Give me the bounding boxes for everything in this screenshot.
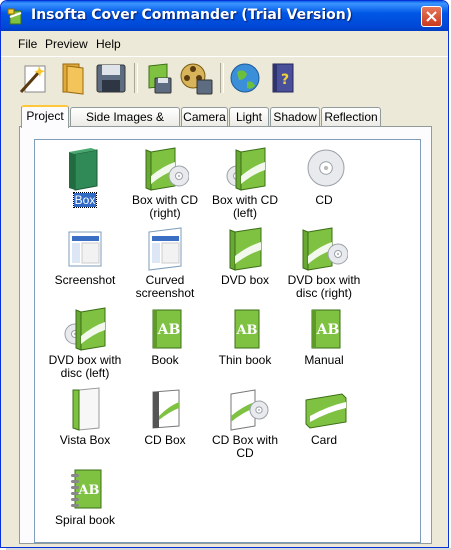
- tab-reflection[interactable]: Reflection: [321, 107, 381, 126]
- template-item-label-text: DVD box: [220, 273, 270, 287]
- menu-preview[interactable]: Preview: [45, 37, 88, 51]
- template-item-label-text: DVD box with disc (left): [48, 353, 122, 380]
- template-item-label-text: DVD box with disc (right): [287, 273, 361, 300]
- vista-box-icon: [72, 387, 100, 431]
- save-image-icon: [148, 63, 172, 94]
- card-icon: [305, 393, 347, 429]
- template-item-label: CD: [284, 194, 364, 207]
- save-icon: [96, 64, 126, 93]
- save-animation-button[interactable]: [179, 60, 215, 96]
- menu-bar: File Preview Help: [1, 34, 448, 54]
- toolbar-separator: [220, 63, 224, 93]
- template-item-label-text: Book: [151, 353, 179, 367]
- template-list[interactable]: Box Box with CD (right) Box with CD (left)…: [34, 139, 421, 543]
- tab-shadow[interactable]: Shadow: [270, 107, 320, 126]
- template-item-label-text: Box with CD (left): [211, 193, 279, 220]
- new-project-button[interactable]: [17, 60, 53, 96]
- close-button[interactable]: [421, 6, 442, 27]
- help-book-icon: ?: [272, 63, 294, 93]
- cd-box-with-cd-icon: [230, 389, 269, 431]
- tab-light[interactable]: Light: [229, 107, 269, 126]
- save-animation-icon: [180, 63, 213, 95]
- close-icon: [426, 11, 437, 22]
- template-item-label: Card: [284, 434, 364, 447]
- thin-book-icon: AB: [234, 309, 260, 349]
- template-item-label: Screenshot: [45, 274, 125, 287]
- web-globe-icon: [230, 63, 260, 93]
- template-item-label: DVD box: [205, 274, 285, 287]
- manual-icon: AB: [311, 309, 341, 349]
- open-folder-icon: [62, 63, 84, 95]
- box-with-cd-right-icon: [145, 147, 189, 191]
- app-window: Insofta Cover Commander (Trial Version) …: [0, 0, 449, 548]
- tab-camera[interactable]: Camera: [181, 107, 228, 126]
- template-item-label-text: Vista Box: [59, 433, 111, 447]
- template-item-label-text: CD Box with CD: [211, 433, 279, 460]
- template-item-label: Spiral book: [45, 514, 125, 527]
- open-button[interactable]: [55, 60, 91, 96]
- cd-icon: [307, 149, 345, 187]
- project-tab-panel: Box Box with CD (right) Box with CD (left)…: [19, 126, 432, 544]
- template-item-label: Vista Box: [45, 434, 125, 447]
- template-item-label: CD Box with CD: [205, 434, 285, 460]
- template-item-label-text: CD: [315, 193, 333, 207]
- dvd-box-with-disc-right-icon: [302, 227, 348, 271]
- title-bar[interactable]: Insofta Cover Commander (Trial Version): [1, 1, 448, 31]
- template-item-label-text: CD Box: [144, 433, 186, 447]
- template-item-label: Curved screenshot: [125, 274, 205, 300]
- template-item-label: Box with CD (left): [205, 194, 285, 220]
- template-item-label-text: Card: [310, 433, 337, 447]
- tab-side-images-colors[interactable]: Side Images & Colors: [70, 107, 180, 142]
- template-item-label-text: Screenshot: [54, 273, 116, 287]
- template-item-label-text: Box with CD (right): [131, 193, 199, 220]
- template-item-label: Box with CD (right): [125, 194, 205, 220]
- curved-screenshot-icon: [148, 227, 182, 271]
- template-item-label-text: Box: [72, 192, 98, 208]
- website-button[interactable]: [227, 60, 263, 96]
- template-item-label-text: Curved screenshot: [135, 273, 195, 300]
- svg-text:AB: AB: [157, 322, 181, 338]
- template-item-label: Book: [125, 354, 205, 367]
- menu-help[interactable]: Help: [96, 37, 121, 51]
- template-item-label: CD Box: [125, 434, 205, 447]
- svg-text:AB: AB: [77, 483, 99, 498]
- tab-project[interactable]: Project: [21, 105, 69, 128]
- template-item-label: Box: [45, 192, 125, 208]
- box-icon: [69, 148, 98, 191]
- svg-text:AB: AB: [235, 323, 257, 338]
- template-item-label-text: Manual: [304, 353, 344, 367]
- template-item-label: DVD box with disc (right): [284, 274, 364, 300]
- app-icon: [7, 8, 22, 25]
- screenshot-icon: [68, 231, 102, 267]
- save-button[interactable]: [93, 60, 129, 96]
- template-item-label: Thin book: [205, 354, 285, 367]
- box-with-cd-left-icon: [226, 147, 266, 191]
- cd-box-icon: [152, 389, 180, 429]
- template-item-label-text: Thin book: [218, 353, 272, 367]
- save-image-button[interactable]: [141, 60, 177, 96]
- svg-text:AB: AB: [316, 322, 340, 338]
- magic-wand-icon: [19, 65, 46, 94]
- dvd-box-with-disc-left-icon: [64, 307, 106, 351]
- book-icon: AB: [152, 309, 182, 349]
- toolbar: ?: [1, 56, 448, 99]
- window-title: Insofta Cover Commander (Trial Version): [31, 7, 353, 23]
- help-button[interactable]: ?: [265, 60, 301, 96]
- template-item-label-text: Spiral book: [54, 513, 116, 527]
- menu-file[interactable]: File: [18, 37, 37, 51]
- toolbar-separator: [134, 63, 138, 93]
- template-item-label: Manual: [284, 354, 364, 367]
- template-item-label: DVD box with disc (left): [45, 354, 125, 380]
- spiral-book-icon: AB: [71, 469, 102, 509]
- svg-text:?: ?: [281, 72, 289, 88]
- dvd-box-icon: [229, 227, 262, 271]
